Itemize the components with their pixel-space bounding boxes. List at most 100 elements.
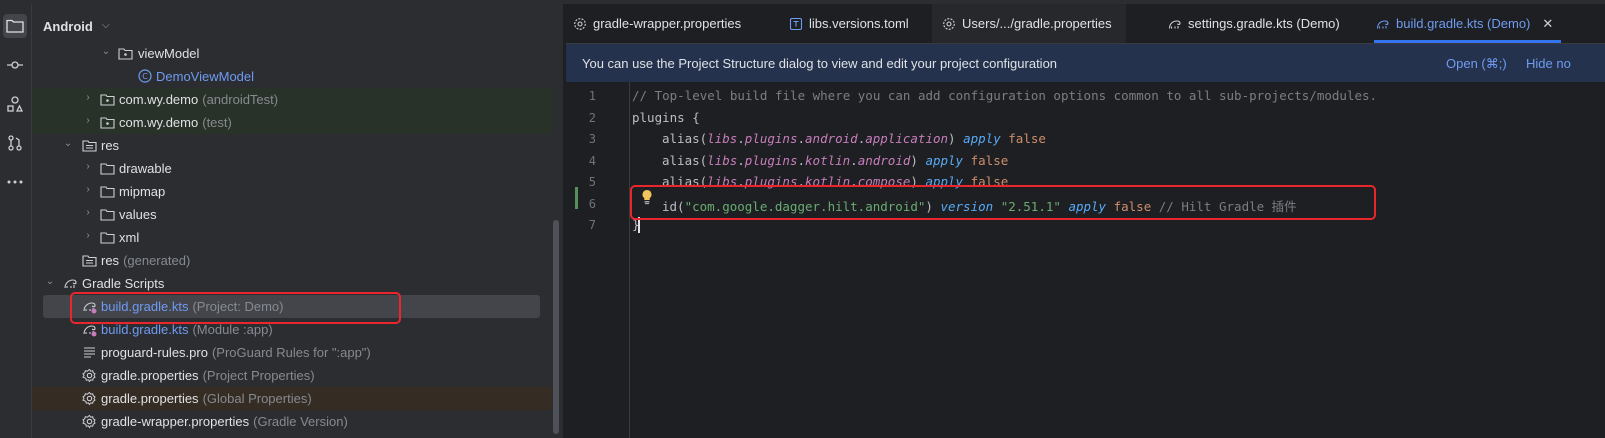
tree-item-label: xml: [119, 230, 140, 245]
code-line-4: alias(libs.plugins.kotlin.android) apply…: [662, 153, 1009, 168]
tree-item-label: gradle-wrapper.properties (Gradle Version…: [101, 414, 348, 429]
chevron-right-icon[interactable]: ›: [82, 184, 94, 198]
notification-banner: You can use the Project Structure dialog…: [566, 44, 1605, 82]
line-number: 3: [588, 132, 596, 146]
code-editor[interactable]: // Top-level build file where you can ad…: [632, 82, 1602, 438]
banner-open-link[interactable]: Open (⌘;): [1446, 56, 1507, 72]
tree-item-package-androidtest[interactable]: › com.wy.demo (androidTest): [32, 88, 552, 111]
project-tool-button[interactable]: [3, 14, 27, 38]
tree-item-gradle-properties-project[interactable]: gradle.properties (Project Properties): [32, 364, 552, 387]
editor-area: gradle-wrapper.properties libs.versions.…: [566, 4, 1605, 438]
folder-icon: [100, 163, 115, 175]
gradle-kts-icon: [1168, 19, 1181, 29]
project-panel-header: Android ⌵: [32, 4, 563, 42]
annotation-highlight-box: [70, 292, 401, 324]
annotation-highlight-box: [630, 185, 1376, 220]
tree-item-gradle-properties-global[interactable]: gradle.properties (Global Properties): [32, 387, 552, 410]
tree-item-label: viewModel: [138, 46, 200, 61]
chevron-down-icon[interactable]: ⌄: [62, 138, 74, 152]
chevron-right-icon[interactable]: ›: [82, 92, 94, 106]
tree-item-proguard-rules[interactable]: proguard-rules.pro (ProGuard Rules for ":…: [32, 341, 552, 364]
tab-users-gradle-properties[interactable]: Users/.../gradle.properties: [932, 4, 1126, 43]
tool-window-bar: [0, 4, 32, 438]
banner-hide-link[interactable]: Hide no: [1526, 56, 1571, 71]
gradle-kts-icon: [1376, 19, 1389, 29]
tree-item-label: mipmap: [119, 184, 166, 199]
line-number: 2: [588, 111, 596, 125]
tree-item-label: com.wy.demo (test): [119, 115, 232, 130]
folder-icon: [100, 232, 115, 244]
gear-icon: [82, 391, 96, 406]
more-tools-button[interactable]: [3, 170, 27, 194]
tree-item-drawable[interactable]: › drawable: [32, 157, 552, 180]
tree-item-viewmodel[interactable]: ⌄ viewModel: [32, 42, 552, 65]
line-number: 1: [588, 89, 596, 103]
project-panel: Android ⌵ ⌄ viewModel C DemoViewModel › …: [32, 4, 563, 438]
tree-item-label: com.wy.demo (androidTest): [119, 92, 279, 107]
code-line-1: // Top-level build file where you can ad…: [632, 88, 1378, 103]
chevron-right-icon[interactable]: ›: [82, 115, 94, 129]
structure-tool-button[interactable]: [3, 92, 27, 116]
tree-item-label: Gradle Scripts: [82, 276, 165, 291]
svg-text:C: C: [142, 72, 148, 81]
banner-message: You can use the Project Structure dialog…: [582, 56, 1058, 71]
project-view-title[interactable]: Android: [43, 19, 93, 34]
line-number: 4: [588, 154, 596, 168]
folder-icon: [100, 209, 115, 221]
gradle-kts-icon: [83, 325, 97, 337]
line-number: 5: [588, 175, 596, 189]
tree-item-label: res (generated): [101, 253, 191, 268]
tree-item-package-test[interactable]: › com.wy.demo (test): [32, 111, 552, 134]
chevron-down-icon[interactable]: ⌵: [102, 20, 110, 31]
gear-icon: [943, 17, 955, 30]
tree-item-label: gradle.properties (Project Properties): [101, 368, 315, 383]
package-icon: [100, 94, 115, 106]
tab-build-gradle-kts-demo[interactable]: build.gradle.kts (Demo) ✕: [1374, 4, 1562, 43]
more-icon: [7, 180, 23, 184]
tree-item-label: DemoViewModel: [156, 69, 255, 84]
kotlin-class-icon: C: [138, 69, 152, 83]
tab-label: Users/.../gradle.properties: [962, 16, 1112, 31]
tab-label: gradle-wrapper.properties: [593, 16, 742, 31]
shapes-icon: [7, 96, 24, 112]
chevron-down-icon[interactable]: ⌄: [44, 276, 56, 290]
chevron-right-icon[interactable]: ›: [82, 207, 94, 221]
chevron-right-icon[interactable]: ›: [82, 230, 94, 244]
line-number: 6: [588, 197, 596, 211]
tree-item-res[interactable]: ⌄ res: [32, 134, 552, 157]
tree-item-xml[interactable]: › xml: [32, 226, 552, 249]
editor-tabs: gradle-wrapper.properties libs.versions.…: [566, 4, 1605, 44]
close-icon[interactable]: ✕: [1542, 16, 1553, 32]
commit-icon: [7, 61, 23, 69]
project-scrollbar[interactable]: [553, 220, 559, 434]
vcs-change-marker[interactable]: [575, 187, 578, 209]
folder-icon: [100, 186, 115, 198]
commit-tool-button[interactable]: [3, 53, 27, 77]
tree-item-label: res: [101, 138, 120, 153]
tree-item-gradle-wrapper-properties[interactable]: gradle-wrapper.properties (Gradle Version…: [32, 410, 552, 433]
tree-item-label: build.gradle.kts (Module :app): [101, 322, 273, 337]
editor-gutter[interactable]: 1 2 3 4 5 6 7: [566, 82, 630, 438]
tab-libs-versions-toml[interactable]: libs.versions.toml: [789, 4, 909, 43]
tab-label: settings.gradle.kts (Demo): [1188, 16, 1340, 31]
package-icon: [100, 117, 115, 129]
line-number: 7: [588, 218, 596, 232]
resource-folder-icon: [82, 255, 97, 267]
pull-requests-tool-button[interactable]: [3, 131, 27, 155]
tree-item-values[interactable]: › values: [32, 203, 552, 226]
folder-icon: [6, 19, 24, 33]
tab-gradle-wrapper-properties[interactable]: gradle-wrapper.properties: [573, 4, 741, 43]
chevron-down-icon[interactable]: ⌄: [100, 46, 112, 60]
tree-item-label: values: [119, 207, 157, 222]
tree-item-res-generated[interactable]: res (generated): [32, 249, 552, 272]
gear-icon: [82, 368, 96, 383]
tab-label: build.gradle.kts (Demo): [1396, 16, 1531, 31]
tab-settings-gradle-kts[interactable]: settings.gradle.kts (Demo): [1168, 4, 1340, 43]
code-line-2: plugins {: [632, 110, 700, 125]
tree-item-label: proguard-rules.pro (ProGuard Rules for ":…: [101, 345, 371, 360]
tree-item-label: gradle.properties (Global Properties): [101, 391, 312, 406]
tab-label: libs.versions.toml: [809, 16, 909, 31]
tree-item-demoviewmodel[interactable]: C DemoViewModel: [32, 65, 552, 88]
tree-item-mipmap[interactable]: › mipmap: [32, 180, 552, 203]
chevron-right-icon[interactable]: ›: [82, 161, 94, 175]
